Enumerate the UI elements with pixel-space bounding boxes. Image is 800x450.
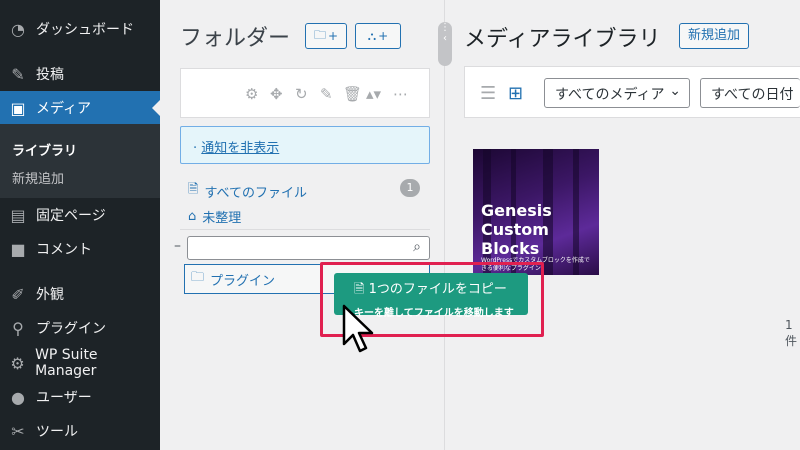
add-new-button[interactable]: 新規追加 <box>679 23 749 49</box>
sidebar-item-label: 外観 <box>36 287 64 303</box>
brush-icon: ✐ <box>11 284 25 304</box>
sidebar-item-dashboard[interactable]: ◔ ダッシュボード <box>0 12 160 46</box>
collapse-icon[interactable]: – <box>174 238 181 254</box>
media-thumbnail[interactable]: Genesis Custom Blocks WordPressでカスタムブロック… <box>473 149 599 275</box>
sidebar-item-wp-suite-manager[interactable]: ⚙ WP Suite Manager <box>0 346 160 380</box>
move-icon[interactable]: ✥ <box>270 85 283 103</box>
item-count: 1件 <box>785 318 798 348</box>
admin-sidebar: ◔ ダッシュボード ✎ 投稿 ▣ メディア ライブラリ 新規追加 ▤ 固定ページ… <box>0 0 160 450</box>
sidebar-item-label: 固定ページ <box>36 208 106 224</box>
sidebar-item-label: コメント <box>36 242 92 258</box>
wrench-icon: ✂ <box>11 421 25 441</box>
add-folder-button[interactable]: 🗀 + <box>305 23 347 49</box>
comment-icon: ■ <box>10 239 26 259</box>
gear-icon[interactable]: ⚙ <box>245 85 258 103</box>
pencil-icon[interactable]: ✎ <box>320 85 333 103</box>
search-icon: ⌕ <box>413 239 421 255</box>
folder-icon: 🗀 <box>191 270 205 285</box>
sort-icon[interactable]: ▴▾ <box>366 85 381 103</box>
add-subfolder-button[interactable]: ⛬ + <box>355 23 401 49</box>
all-files-item[interactable]: 🗎 すべてのファイル <box>188 180 307 202</box>
media-icon: ▣ <box>10 98 26 118</box>
sidebar-item-posts[interactable]: ✎ 投稿 <box>0 57 160 91</box>
refresh-icon[interactable]: ↻ <box>295 85 308 103</box>
page-title: メディアライブラリ <box>464 27 661 52</box>
file-icon: 🗎 <box>354 282 365 297</box>
sidebar-item-plugins[interactable]: ⚲ プラグイン <box>0 311 160 345</box>
sidebar-item-label: WP Suite Manager <box>35 347 98 379</box>
sidebar-item-users[interactable]: ● ユーザー <box>0 380 160 414</box>
hide-notice-link[interactable]: 通知を非表示 <box>201 141 279 156</box>
sidebar-item-label: 投稿 <box>36 67 64 83</box>
all-files-count-badge: 1 <box>400 179 420 197</box>
mouse-cursor-icon <box>342 304 374 353</box>
sidebar-item-label: プラグイン <box>36 321 106 337</box>
sidebar-item-label: ユーザー <box>36 390 92 406</box>
sidebar-item-label: ツール <box>36 424 78 440</box>
uncategorized-item[interactable]: ⌂ 未整理 <box>188 207 241 226</box>
divider <box>180 229 430 230</box>
media-submenu: ライブラリ 新規追加 <box>0 124 160 198</box>
thumbnail-title: Genesis Custom Blocks <box>481 201 552 258</box>
gear-icon: ⚙ <box>10 353 25 373</box>
list-view-icon[interactable]: ☰ <box>480 83 496 104</box>
submenu-library[interactable]: ライブラリ <box>12 140 77 159</box>
trash-icon[interactable]: 🗑 <box>343 85 362 103</box>
sidebar-item-appearance[interactable]: ✐ 外観 <box>0 277 160 311</box>
grid-view-icon[interactable]: ⊞ <box>508 83 523 104</box>
folder-panel-title: フォルダー <box>180 26 291 51</box>
media-date-select[interactable]: すべての日付 <box>700 78 800 108</box>
folder-panel: フォルダー 🗀 + ⛬ + ⚙ ✥ ↻ ✎ 🗑 ▴▾ ⋯ · 通知を非表示 🗎 … <box>160 0 445 450</box>
folder-upload-icon: ⛬ <box>367 28 377 43</box>
home-icon: ⌂ <box>188 209 197 224</box>
pin-icon: ✎ <box>11 64 25 84</box>
folder-search-input[interactable]: ⌕ <box>187 236 430 260</box>
plugin-icon: ⚲ <box>12 318 24 338</box>
panel-separator <box>444 0 445 450</box>
folder-toolbar: ⚙ ✥ ↻ ✎ 🗑 ▴▾ ⋯ <box>180 68 430 118</box>
panel-resize-handle[interactable]: ⋮ ‹ <box>438 22 452 66</box>
dashboard-icon: ◔ <box>11 19 25 39</box>
notice-box: · 通知を非表示 <box>180 126 430 164</box>
submenu-add-new[interactable]: 新規追加 <box>12 168 64 187</box>
file-icon: 🗎 <box>188 182 199 197</box>
sidebar-item-label: メディア <box>36 101 92 117</box>
sidebar-item-tools[interactable]: ✂ ツール <box>0 414 160 448</box>
folder-icon: 🗀 <box>313 27 326 42</box>
sidebar-item-comments[interactable]: ■ コメント <box>0 232 160 266</box>
chevron-down-icon: ⌄ <box>669 83 681 99</box>
user-icon: ● <box>11 387 25 407</box>
sidebar-item-label: ダッシュボード <box>36 22 134 38</box>
media-type-select[interactable]: すべてのメディア ⌄ <box>544 78 690 108</box>
sidebar-item-media[interactable]: ▣ メディア <box>0 91 160 125</box>
sidebar-item-pages[interactable]: ▤ 固定ページ <box>0 198 160 232</box>
more-icon[interactable]: ⋯ <box>393 85 408 103</box>
page-icon: ▤ <box>10 205 26 225</box>
